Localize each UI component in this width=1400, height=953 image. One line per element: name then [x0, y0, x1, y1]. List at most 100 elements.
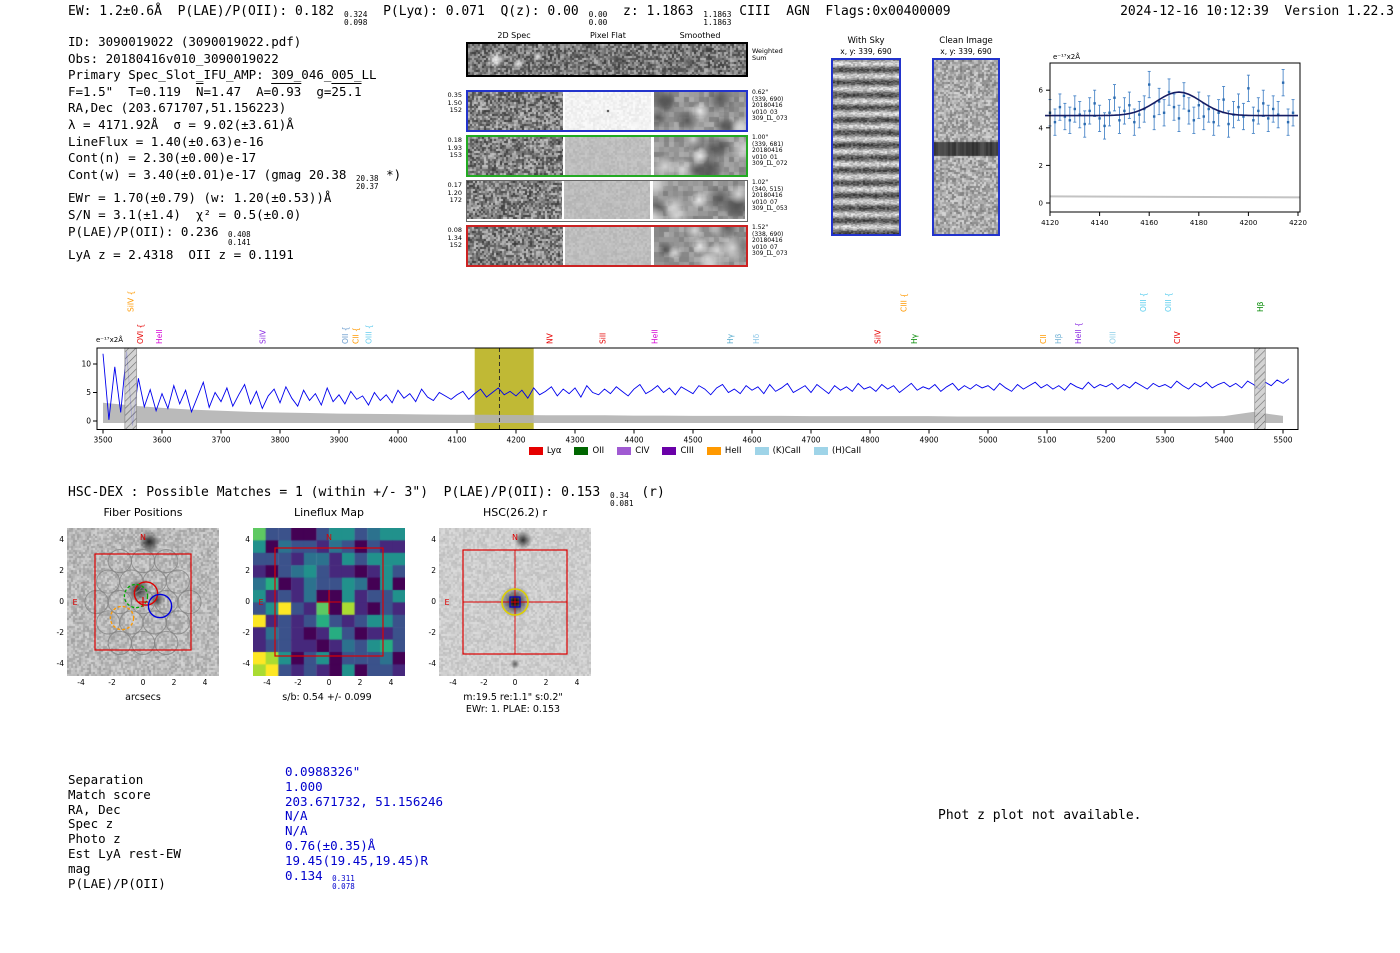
pixelflat-image — [565, 92, 651, 130]
info-line: EWr = 1.70(±0.79) (w: 1.20(±0.53))Å — [68, 190, 401, 207]
data-point — [1193, 119, 1195, 121]
text-run: 0.134 — [285, 868, 330, 883]
photz-note: Phot z plot not available. — [938, 808, 1142, 823]
hsc-dex-summary: HSC-DEX : Possible Matches = 1 (within +… — [68, 485, 665, 508]
legend-swatch — [814, 447, 828, 455]
with-sky-image — [833, 60, 899, 234]
data-point — [1257, 110, 1259, 112]
text-run: LineFlux = 1.40(±0.63)e-16 — [68, 134, 264, 149]
data-point — [1054, 121, 1056, 123]
x-tick-label: 4 — [569, 678, 585, 687]
spectrum-legend: LyαOIICIVCIIIHeII(K)CaII(H)CaII — [430, 446, 960, 456]
data-point — [1173, 106, 1175, 108]
meta-line: 309_LL_053 — [752, 206, 788, 213]
fiber-circle — [131, 631, 154, 654]
north-label: N — [326, 533, 332, 542]
clean-image-title: Clean Image — [910, 36, 1022, 46]
x-tick-label: -2 — [104, 678, 120, 687]
emission-line-label: OIII { — [1164, 292, 1173, 312]
legend-label: OII — [592, 446, 604, 456]
match-table-value: N/A — [285, 808, 308, 823]
x-tick-label: 4200 — [1239, 219, 1257, 227]
x-tick-label: 3800 — [270, 436, 289, 445]
x-tick-label: 4300 — [565, 436, 584, 445]
legend-label: CIII — [680, 446, 693, 456]
y-tick-label: 0 — [425, 597, 436, 606]
x-tick-label: 4200 — [506, 436, 525, 445]
text-run: *) — [379, 167, 402, 182]
fiber-circle — [166, 570, 189, 593]
text-run: Obs: 20180416v010_3090019022 — [68, 51, 279, 66]
spec2d-row-stats: 0.081.34152 — [428, 227, 462, 250]
data-point — [1153, 115, 1155, 117]
text-run: 203.671732, 51.156246 — [285, 794, 443, 809]
emission-line-label: Hγ — [910, 333, 919, 344]
x-tick-label: 2 — [352, 678, 368, 687]
data-point — [1113, 97, 1115, 99]
axis-spine — [1050, 63, 1300, 212]
smoothed-image — [654, 227, 746, 265]
legend-item: (H)CaII — [814, 446, 861, 456]
cutout-caption: EWr: 1. PLAE: 0.153 — [425, 704, 601, 715]
with-sky-title: With Sky — [811, 36, 921, 46]
emission-line-label: CII { — [351, 327, 360, 344]
x-tick-label: 3500 — [93, 436, 112, 445]
data-point — [1148, 83, 1150, 85]
stacked-hi-lo-value: 1.18631.1863 — [703, 11, 731, 27]
y-tick-label: 4 — [53, 535, 64, 544]
y-tick-label: -4 — [425, 659, 436, 668]
clean-image-coords: x, y: 339, 690 — [910, 47, 1022, 56]
data-point — [1287, 121, 1289, 123]
match-table-label: Est LyA rest-EW — [68, 846, 181, 861]
x-tick-label: 5000 — [978, 436, 997, 445]
text-run: LyA z = 2.4318 OII z = 0.1191 — [68, 247, 294, 262]
north-label: N — [140, 533, 146, 542]
cutout-title: HSC(26.2) r — [439, 506, 591, 519]
legend-item: OII — [574, 446, 604, 456]
data-point — [1074, 108, 1076, 110]
cutout-overlay: NE — [439, 528, 591, 676]
emission-line-label: HeII — [651, 329, 660, 344]
x-tick-label: 4500 — [683, 436, 702, 445]
emission-line-label: CII — [1039, 334, 1048, 344]
emission-line-label: HeII — [155, 329, 164, 344]
text-run: N/A — [285, 823, 308, 838]
legend-swatch — [755, 447, 769, 455]
match-table-label: RA, Dec — [68, 802, 121, 817]
pixelflat-image — [565, 227, 651, 265]
stacked-hi-lo-value: 0.4080.141 — [228, 231, 251, 247]
cutout-panel-0: Fiber PositionsNE-4-4-2-2002244arcsecs — [53, 506, 229, 728]
y-tick-label: 2 — [1039, 162, 1043, 170]
info-line: P(LAE)/P(OII): 0.236 0.4080.141 — [68, 224, 401, 248]
match-table-value: N/A — [285, 823, 308, 838]
text-run: 19.45(19.45,19.45)R — [285, 853, 428, 868]
plot-units-label: e⁻¹⁷x2Å — [96, 335, 123, 344]
legend-item: Lyα — [529, 446, 562, 456]
plot-units-label: e⁻¹⁷x2Å — [1053, 52, 1080, 61]
text-run: EW: 1.2±0.6Å P(LAE)/P(OII): 0.182 — [68, 4, 342, 19]
data-point — [1198, 104, 1200, 106]
x-tick-label: 4100 — [447, 436, 466, 445]
spec2d-image — [468, 92, 563, 130]
data-point — [1247, 87, 1249, 89]
cutout-title: Fiber Positions — [67, 506, 219, 519]
match-table-value: 19.45(19.45,19.45)R — [285, 853, 428, 868]
x-tick-label: 3700 — [211, 436, 230, 445]
data-point — [1262, 102, 1264, 104]
fiber-circle — [97, 570, 120, 593]
text-run: z: 1.1863 — [607, 4, 701, 19]
fiber-circle — [120, 611, 143, 634]
data-point — [1138, 113, 1140, 115]
match-table-label: Separation — [68, 772, 143, 787]
data-point — [1084, 123, 1086, 125]
match-table-label: P(LAE)/P(OII) — [68, 876, 166, 891]
x-tick-label: 5500 — [1273, 436, 1292, 445]
x-tick-label: 4700 — [801, 436, 820, 445]
data-point — [1183, 95, 1185, 97]
x-tick-label: 0 — [507, 678, 523, 687]
x-tick-label: -4 — [259, 678, 275, 687]
data-point — [1088, 110, 1090, 112]
data-point — [1168, 91, 1170, 93]
emission-line-label: OIII { — [1139, 292, 1148, 312]
match-table-value: 0.0988326" — [285, 764, 360, 779]
